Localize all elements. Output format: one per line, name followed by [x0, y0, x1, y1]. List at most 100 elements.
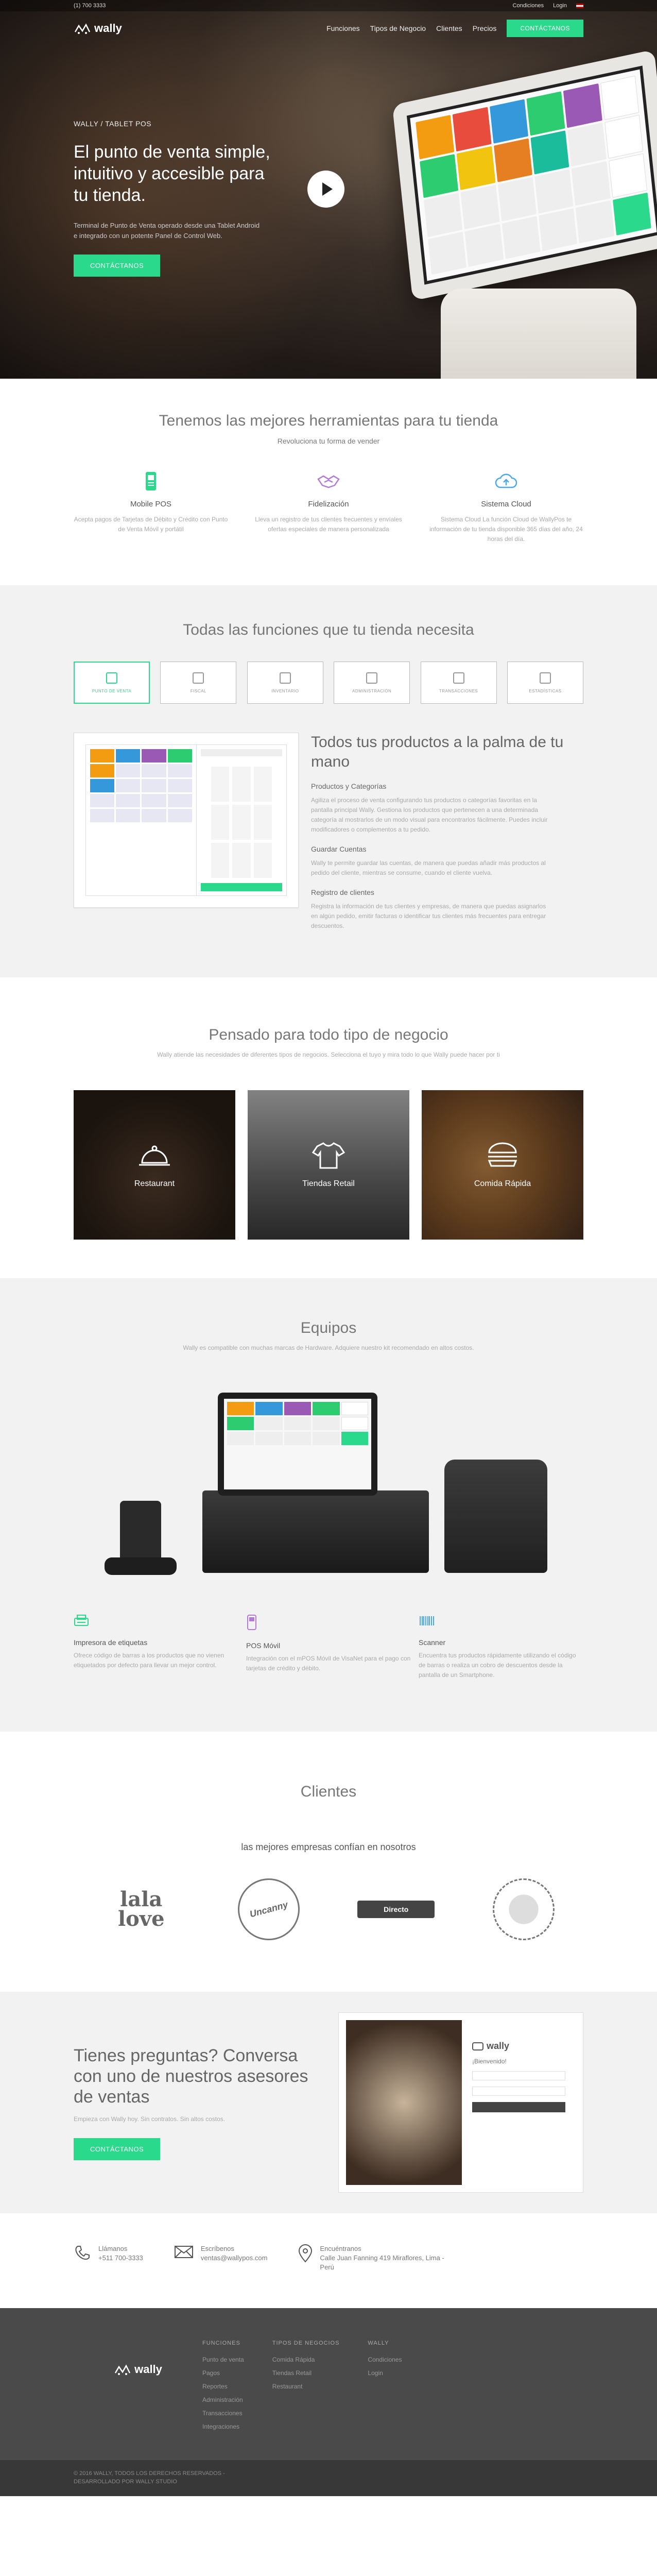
info-value[interactable]: ventas@wallypos.com	[201, 2253, 268, 2263]
info-mail: Escríbenos ventas@wallypos.com	[174, 2244, 268, 2272]
main-nav: wally Funciones Tipos de Negocio Cliente…	[0, 20, 657, 37]
hero-contact-button[interactable]: CONTÁCTANOS	[74, 255, 161, 277]
cloud-icon	[429, 470, 583, 493]
feature-block-title: Guardar Cuentas	[310, 845, 367, 853]
footer-link[interactable]: Reportes	[202, 2380, 244, 2393]
business-subtitle: Wally atiende las necesidades de diferen…	[157, 1051, 500, 1058]
tool-sistema-cloud: Sistema Cloud Sistema Cloud La función C…	[429, 470, 583, 544]
clientes-title: Clientes	[300, 1783, 357, 1800]
wally-logo[interactable]: wally	[74, 22, 122, 35]
footer-link[interactable]: Punto de venta	[202, 2353, 244, 2366]
uncanny-logo: Uncanny	[231, 1871, 307, 1947]
info-location: Encuéntranos Calle Juan Fanning 419 Miraf…	[298, 2244, 448, 2272]
nav-contact-button[interactable]: CONTÁCTANOS	[507, 20, 583, 37]
footer-link[interactable]: Condiciones	[368, 2353, 402, 2366]
business-label: Tiendas Retail	[302, 1179, 355, 1188]
footer-link[interactable]: Integraciones	[202, 2420, 244, 2433]
footer-col-title: FUNCIONES	[202, 2340, 240, 2346]
nav-funciones[interactable]: Funciones	[326, 24, 360, 32]
toast-directo-logo: Directo	[357, 1901, 435, 1918]
burger-icon	[488, 1142, 517, 1167]
info-value: Calle Juan Fanning 419 Miraflores, Lima …	[320, 2254, 444, 2271]
fiscal-icon	[193, 672, 204, 684]
card-button	[472, 2102, 565, 2112]
equipos-subtitle: Wally es compatible con muchas marcas de…	[183, 1344, 474, 1351]
info-label: Escríbenos	[200, 2245, 234, 2252]
footer-link[interactable]: Tiendas Retail	[272, 2366, 340, 2380]
features-title: Todas las funciones que tu tienda necesi…	[183, 621, 474, 638]
equipment-title: Impresora de etiquetas	[74, 1638, 148, 1647]
phone-icon	[75, 2246, 90, 2260]
feature-heading: Todos tus productos a la palma de tu man…	[310, 734, 564, 770]
pizza-seal-logo	[492, 1878, 555, 1940]
tools-title: Tenemos las mejores herramientas para tu…	[159, 412, 498, 429]
tool-desc: Lleva un registro de tus clientes frecue…	[255, 516, 402, 533]
equipment-desc: Encuentra tus productos rápidamente util…	[419, 1652, 576, 1679]
footer-link[interactable]: Administración	[202, 2393, 244, 2406]
info-phone: Llámanos +511 700-3333	[74, 2244, 143, 2272]
copyright-text: © 2016 WALLY, TODOS LOS DERECHOS RESERVA…	[74, 2470, 225, 2485]
card-field	[472, 2087, 565, 2096]
footer-link[interactable]: Restaurant	[272, 2380, 340, 2393]
contact-card-image: wally ¡Bienvenido!	[338, 2012, 583, 2193]
footer-logo[interactable]: wally	[74, 2363, 202, 2376]
business-label: Restaurant	[134, 1179, 175, 1188]
info-label: Encuéntranos	[320, 2245, 361, 2252]
top-bar: (1) 700 3333 Condiciones Login	[0, 0, 657, 11]
info-label: Llámanos	[98, 2245, 128, 2252]
tab-estadisticas[interactable]: ESTADÍSTICAS	[507, 662, 583, 704]
mobile-pos-icon	[74, 470, 228, 493]
pos-movil-icon	[247, 1615, 256, 1630]
tab-inventario[interactable]: INVENTARIO	[247, 662, 323, 704]
tab-transacciones[interactable]: TRANSACCIONES	[420, 662, 497, 704]
equipment-title: Scanner	[419, 1638, 446, 1647]
nav-tipos-de-negocio[interactable]: Tipos de Negocio	[370, 24, 426, 32]
card-field	[472, 2071, 565, 2080]
equipment-pos-movil: POS Móvil Integración con el mPOS Móvil …	[246, 1614, 411, 1680]
footer-col-wally: WALLY Condiciones Login	[368, 2336, 402, 2433]
nav-clientes[interactable]: Clientes	[436, 24, 462, 32]
business-card-restaurant[interactable]: Restaurant	[74, 1090, 235, 1240]
tool-title: Sistema Cloud	[481, 500, 531, 509]
tab-label: TRANSACCIONES	[439, 688, 478, 693]
footer-col-title: WALLY	[368, 2340, 389, 2346]
footer: wally FUNCIONES Punto de venta Pagos Rep…	[0, 2308, 657, 2460]
peru-flag-icon[interactable]	[576, 3, 583, 8]
feature-block-text: Registra la información de tus clientes …	[310, 903, 546, 929]
tab-administracion[interactable]: ADMINISTRACIÓN	[334, 662, 410, 704]
tab-fiscal[interactable]: FISCAL	[160, 662, 237, 704]
footer-link[interactable]: Comida Rápida	[272, 2353, 340, 2366]
contact-button[interactable]: CONTÁCTANOS	[74, 2138, 161, 2160]
phone-number[interactable]: (1) 700 3333	[74, 3, 106, 9]
footer-link[interactable]: Transacciones	[202, 2406, 244, 2420]
scanner-icon	[420, 1616, 434, 1625]
tools-section: Tenemos las mejores herramientas para tu…	[0, 379, 657, 585]
clientes-section: Clientes las mejores empresas confían en…	[0, 1732, 657, 1992]
equipos-section: Equipos Wally es compatible con muchas m…	[0, 1278, 657, 1732]
feature-block-text: Agiliza el proceso de venta configurando…	[310, 796, 548, 833]
business-card-fast-food[interactable]: Comida Rápida	[422, 1090, 583, 1240]
nav-precios[interactable]: Precios	[473, 24, 497, 32]
footer-link[interactable]: Pagos	[202, 2366, 244, 2380]
admin-icon	[366, 672, 378, 684]
play-video-icon[interactable]	[307, 171, 344, 208]
hero-title: El punto de venta simple, intuitivo y ac…	[74, 142, 270, 205]
tools-subtitle: Revoluciona tu forma de vender	[277, 437, 380, 445]
hero: (1) 700 3333 Condiciones Login wally Fun…	[0, 0, 657, 379]
feature-block-text: Wally te permite guardar las cuentas, de…	[310, 859, 546, 876]
login-link[interactable]: Login	[553, 3, 567, 9]
footer-link[interactable]: Login	[368, 2366, 402, 2380]
equipment-desc: Ofrece código de barras a los productos …	[74, 1652, 224, 1669]
logo-text: Directo	[384, 1905, 409, 1913]
footer-col-funciones: FUNCIONES Punto de venta Pagos Reportes …	[202, 2336, 244, 2433]
pos-screenshot	[74, 733, 299, 908]
info-value[interactable]: +511 700-3333	[98, 2253, 143, 2263]
footer-col-title: TIPOS DE NEGOCIOS	[272, 2340, 340, 2346]
hero-tablet-stand	[441, 289, 636, 379]
conditions-link[interactable]: Condiciones	[513, 3, 544, 9]
feature-block-title: Registro de clientes	[310, 888, 374, 896]
tab-label: PUNTO DE VENTA	[92, 688, 132, 693]
tab-punto-de-venta[interactable]: PUNTO DE VENTA	[74, 662, 150, 704]
business-card-retail[interactable]: Tiendas Retail	[248, 1090, 409, 1240]
tab-label: FISCAL	[190, 688, 206, 693]
